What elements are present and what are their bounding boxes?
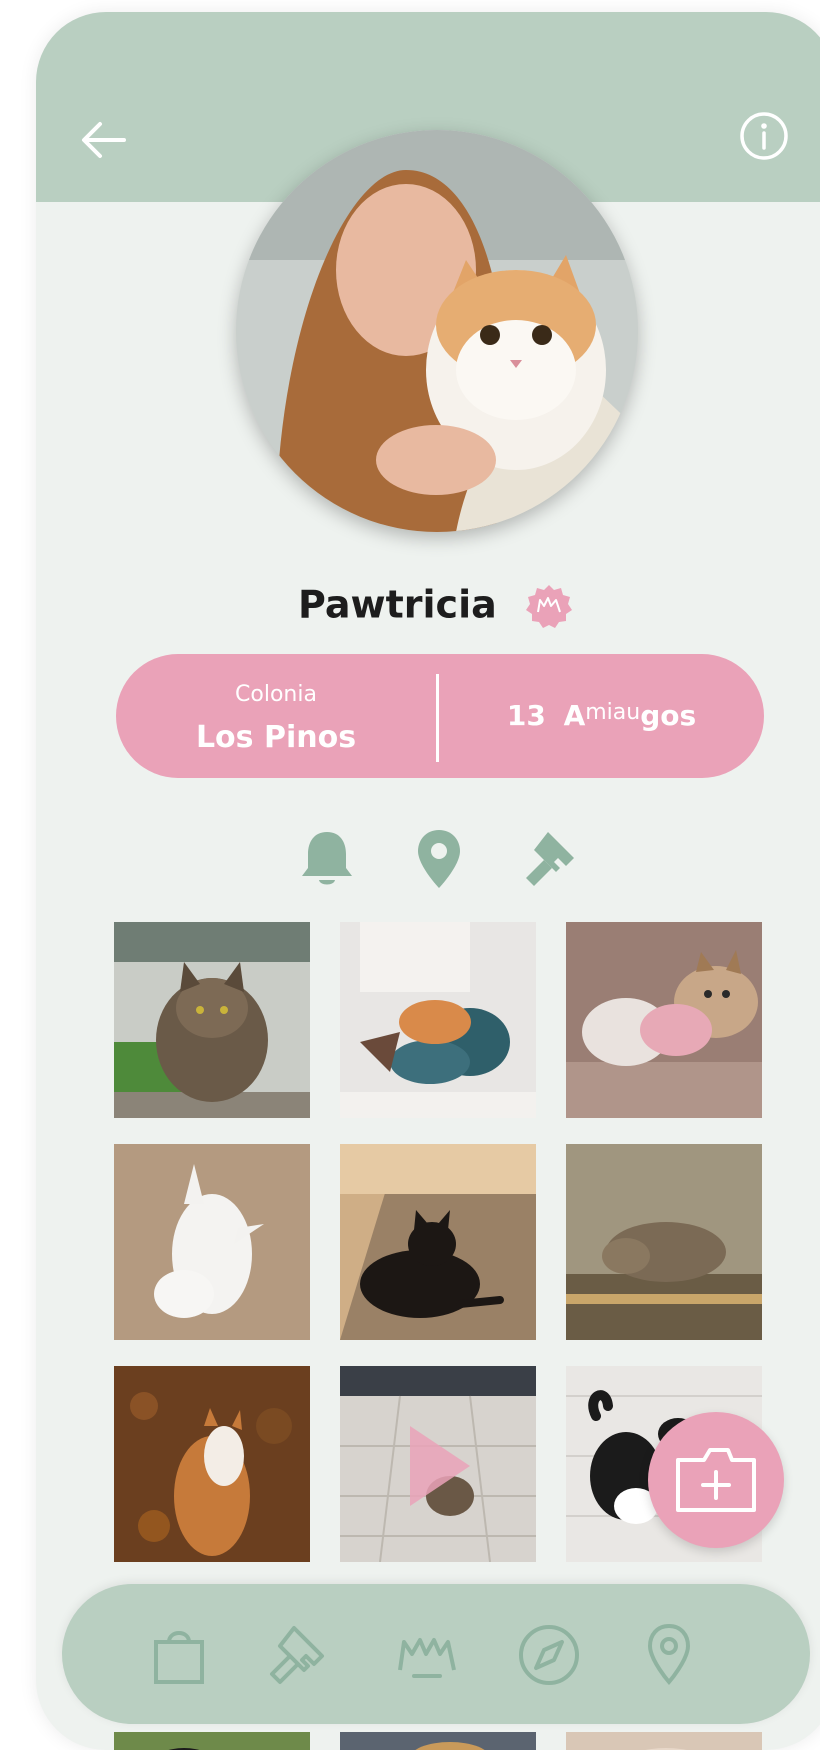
avatar-photo [236,130,638,532]
profile-name: Pawtricia [298,582,497,627]
gallery-photo[interactable] [566,922,762,1118]
profile-stats: Colonia Los Pinos 13 Amiaugos [116,654,764,778]
gallery-photo-peek [114,1732,310,1750]
gallery-photo[interactable] [340,922,536,1118]
gallery-photo[interactable] [114,1144,310,1340]
gallery-photo-peek [566,1732,762,1750]
arrow-left-icon [82,122,126,158]
phone-screen: Pawtricia Colonia Los Pinos 13 Amiaugos [36,12,820,1750]
map-pin-icon [418,830,460,888]
back-button[interactable] [76,112,132,168]
cats-icon [398,1638,456,1678]
friends-label-pre: A [563,699,586,732]
gallery-photo[interactable] [340,1144,536,1340]
profile-name-row: Pawtricia [36,582,820,632]
nav-tools[interactable] [262,1618,336,1692]
map-pin-icon [647,1623,691,1686]
friends-label-post: gos [640,699,697,732]
bell-icon [302,832,352,885]
info-button[interactable] [736,108,792,164]
cat-face-badge-icon [524,582,574,632]
nav-cats[interactable] [390,1618,464,1692]
shopping-bag-icon [154,1631,204,1684]
colonia-stat[interactable]: Colonia Los Pinos [116,654,436,778]
friends-count: 13 [506,699,546,732]
compass-icon [519,1625,579,1685]
gallery-photo[interactable] [566,1144,762,1340]
notifications-button[interactable] [292,824,362,894]
tools-button[interactable] [518,824,588,894]
nav-explore[interactable] [512,1618,586,1692]
add-photo-button[interactable] [648,1412,784,1548]
friends-label: Amiaugos [564,699,697,732]
colonia-label: Colonia [235,682,317,707]
location-button[interactable] [404,824,474,894]
bottom-navigation [62,1584,810,1724]
nav-map[interactable] [632,1618,706,1692]
add-photo-icon [676,1448,756,1512]
info-icon [740,112,788,160]
colonia-value: Los Pinos [195,720,357,755]
profile-avatar[interactable] [236,130,638,532]
hammer-icon [270,1626,324,1684]
hammer-icon [526,832,574,886]
friends-label-mid: miau [585,700,641,725]
gallery-photo-peek [340,1732,536,1750]
gallery-photo[interactable] [114,1366,310,1562]
nav-shop[interactable] [142,1618,216,1692]
gallery-video[interactable] [340,1366,536,1562]
gallery-photo[interactable] [114,922,310,1118]
friends-stat[interactable]: 13 Amiaugos [439,654,764,778]
